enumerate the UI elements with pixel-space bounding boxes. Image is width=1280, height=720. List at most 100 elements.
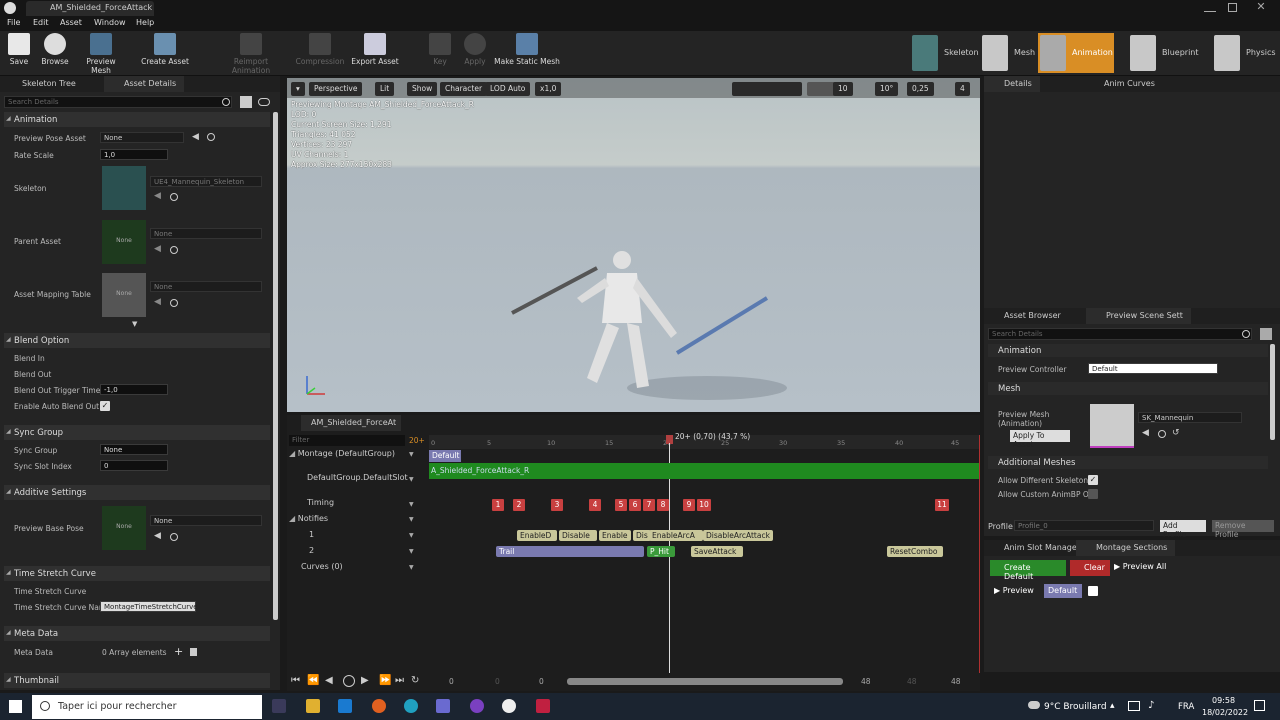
tab-anim-curves[interactable]: Anim Curves: [1084, 76, 1163, 92]
notify-item[interactable]: SaveAttack: [691, 546, 743, 557]
timing-marker[interactable]: 10: [697, 499, 711, 511]
notification-icon[interactable]: [1254, 700, 1265, 711]
preview-all-button[interactable]: ▶ Preview All: [1114, 562, 1166, 571]
timing-dropdown-icon[interactable]: ▼: [409, 501, 414, 508]
preview-controller-dropdown[interactable]: Default: [1088, 363, 1218, 374]
mode-physics-button[interactable]: Physics: [1212, 33, 1278, 73]
left-scrollbar[interactable]: [273, 112, 278, 620]
lod-auto-button[interactable]: LOD Auto: [485, 82, 531, 96]
apply-to-asset-button[interactable]: Apply To Asset: [1010, 430, 1070, 449]
blend-out-trigger-time-input[interactable]: -1,0: [100, 384, 168, 395]
taskbar-search-input[interactable]: Taper ici pour rechercher: [32, 695, 262, 719]
notifies-dropdown-icon[interactable]: ▼: [409, 516, 414, 523]
montage-dropdown-icon[interactable]: ▼: [409, 451, 414, 458]
perspective-button[interactable]: Perspective: [309, 82, 363, 96]
blend-out-label[interactable]: Blend Out: [14, 370, 51, 379]
menu-window[interactable]: Window: [94, 18, 126, 27]
preview-viewport[interactable]: ▾ Perspective Lit Show Character LOD Aut…: [287, 78, 980, 412]
reimport-animation-button[interactable]: Reimport Animation: [214, 33, 288, 75]
maximize-button[interactable]: [1228, 3, 1237, 12]
transform-tools[interactable]: [732, 82, 802, 96]
preview-mesh-browse-icon[interactable]: [1158, 430, 1166, 438]
tab-asset-browser[interactable]: Asset Browser: [984, 308, 1069, 324]
preview-button[interactable]: ▶ Preview: [994, 586, 1034, 595]
remove-profile-button[interactable]: Remove Profile: [1212, 520, 1274, 539]
range-end-value[interactable]: 48: [951, 677, 961, 686]
add-profile-button[interactable]: Add Profile: [1160, 520, 1206, 539]
mapping-table-dropdown[interactable]: None: [150, 281, 262, 292]
close-button[interactable]: ✕: [1252, 0, 1270, 14]
timeline-filter-input[interactable]: Filter: [289, 435, 405, 446]
details-search-input[interactable]: Search Details: [4, 96, 232, 108]
scale-snap-value[interactable]: 0,25: [907, 82, 934, 96]
skip-start-icon[interactable]: ⏮: [291, 675, 300, 686]
allow-different-skeletons-checkbox[interactable]: ✓: [1088, 475, 1098, 485]
tray-overflow-icon[interactable]: ▴: [1110, 701, 1115, 711]
mode-mesh-button[interactable]: Mesh: [980, 33, 1036, 73]
task-view-icon[interactable]: [272, 699, 286, 713]
key-button[interactable]: Key: [428, 33, 452, 66]
preview-scene-matrix-icon[interactable]: [1260, 328, 1272, 340]
notify-item[interactable]: DisableArcAttack: [703, 530, 773, 541]
notify-state-trail[interactable]: Trail: [496, 546, 644, 557]
recording-app-icon[interactable]: [536, 699, 550, 713]
section-loop-checkbox[interactable]: [1088, 586, 1098, 596]
blend-in-label[interactable]: Blend In: [14, 354, 45, 363]
property-matrix-icon[interactable]: [240, 96, 252, 108]
section-mesh[interactable]: Mesh: [988, 382, 1268, 395]
menu-file[interactable]: File: [7, 18, 20, 27]
preview-pose-asset-dropdown[interactable]: None: [100, 132, 184, 143]
export-asset-button[interactable]: Export Asset: [350, 33, 400, 66]
timing-marker[interactable]: 1: [492, 499, 504, 511]
range-view-start-value[interactable]: 0: [495, 677, 500, 686]
timing-marker[interactable]: 7: [643, 499, 655, 511]
timeline-tab[interactable]: AM_Shielded_ForceAt: [301, 415, 401, 431]
preview-mesh-arrow-icon[interactable]: ◀: [1142, 428, 1149, 438]
timing-marker[interactable]: 6: [629, 499, 641, 511]
parent-asset-thumbnail[interactable]: None: [102, 220, 146, 264]
skeleton-browse-icon[interactable]: [170, 193, 178, 201]
slot-dropdown-icon[interactable]: ▼: [409, 476, 414, 483]
trash-icon[interactable]: [190, 648, 197, 656]
tab-skeleton-tree[interactable]: Skeleton Tree: [2, 76, 84, 92]
preview-base-pose-thumbnail[interactable]: None: [102, 506, 146, 550]
skip-end-icon[interactable]: ⏭: [395, 675, 404, 686]
sync-slot-index-input[interactable]: 0: [100, 460, 168, 471]
play-icon[interactable]: ▶: [361, 675, 369, 686]
tab-montage-sections[interactable]: Montage Sections: [1076, 540, 1176, 556]
clear-button[interactable]: Clear: [1070, 560, 1110, 576]
eye-icon[interactable]: [258, 98, 270, 106]
notify-item[interactable]: Enable: [599, 530, 631, 541]
tab-anim-slot-manager[interactable]: Anim Slot Manage: [984, 540, 1085, 556]
parent-asset-dropdown[interactable]: None: [150, 228, 262, 239]
weather-text[interactable]: 9°C Brouillard: [1044, 702, 1107, 712]
time-stretch-curve-label[interactable]: Time Stretch Curve: [14, 587, 86, 596]
view-start-value[interactable]: 0: [539, 677, 544, 686]
notify-item[interactable]: P_Hit: [647, 546, 675, 557]
profile-dropdown[interactable]: Profile_0: [1014, 520, 1154, 531]
preview-mesh-reset-icon[interactable]: ↺: [1172, 428, 1180, 438]
section-blend-option[interactable]: Blend Option: [4, 333, 270, 348]
preview-mesh-button[interactable]: Preview Mesh: [76, 33, 126, 75]
timing-marker[interactable]: 11: [935, 499, 949, 511]
lit-button[interactable]: Lit: [375, 82, 395, 96]
timing-marker[interactable]: 8: [657, 499, 669, 511]
sync-group-input[interactable]: None: [100, 444, 168, 455]
timing-marker[interactable]: 5: [615, 499, 627, 511]
clock-date[interactable]: 18/02/2022: [1202, 708, 1248, 717]
mail-icon[interactable]: [338, 699, 352, 713]
curves-dropdown-icon[interactable]: ▼: [409, 564, 414, 571]
skeleton-dropdown[interactable]: UE4_Mannequin_Skeleton: [150, 176, 262, 187]
section-sync-group[interactable]: Sync Group: [4, 425, 270, 440]
preview-mesh-dropdown[interactable]: SK_Mannequin: [1138, 412, 1242, 423]
compression-button[interactable]: Compression: [294, 33, 346, 66]
play-reverse-icon[interactable]: ◀: [325, 675, 333, 686]
menu-help[interactable]: Help: [136, 18, 154, 27]
tab-preview-scene-settings[interactable]: Preview Scene Sett: [1086, 308, 1191, 324]
browse-asset-icon[interactable]: [207, 133, 215, 141]
section-additional-meshes[interactable]: Additional Meshes: [988, 456, 1268, 469]
section-preview-animation[interactable]: Animation: [988, 344, 1268, 357]
range-view-end-value[interactable]: 48: [907, 677, 917, 686]
grid-snap-value[interactable]: 10: [833, 82, 853, 96]
windows-start-icon[interactable]: [9, 700, 22, 713]
